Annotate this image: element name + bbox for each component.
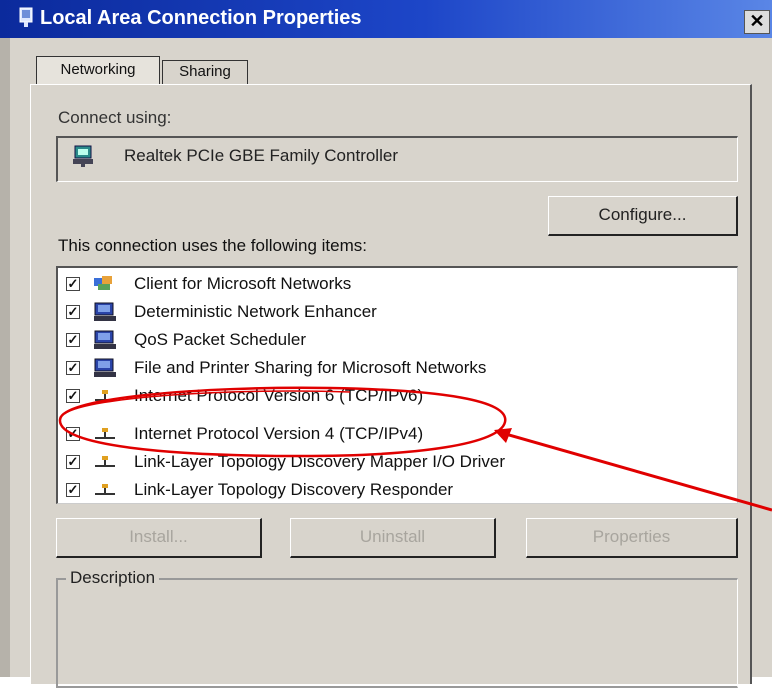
protocol-icon bbox=[95, 484, 115, 495]
checkbox[interactable]: ✓ bbox=[66, 455, 80, 469]
item-label: Deterministic Network Enhancer bbox=[134, 302, 377, 321]
checkbox[interactable]: ✓ bbox=[66, 389, 80, 403]
tab-networking[interactable]: Networking bbox=[36, 56, 160, 84]
tab-sharing[interactable]: Sharing bbox=[162, 60, 248, 84]
item-label: Internet Protocol Version 6 (TCP/IPv6) bbox=[134, 386, 424, 405]
list-item[interactable]: ✓ Internet Protocol Version 6 (TCP/IPv6) bbox=[62, 382, 732, 410]
checkbox[interactable]: ✓ bbox=[66, 305, 80, 319]
list-item[interactable]: ✓ File and Printer Sharing for Microsoft… bbox=[62, 354, 732, 382]
item-label: Link-Layer Topology Discovery Mapper I/O… bbox=[134, 452, 505, 471]
list-item[interactable]: ✓ Link-Layer Topology Discovery Mapper I… bbox=[62, 448, 732, 476]
properties-button[interactable]: Properties bbox=[526, 518, 738, 558]
protocol-icon bbox=[95, 456, 115, 467]
service-icon bbox=[94, 358, 116, 377]
item-label: Client for Microsoft Networks bbox=[134, 274, 352, 293]
configure-button[interactable]: Configure... bbox=[548, 196, 738, 236]
list-item[interactable]: ✓ Internet Protocol Version 4 (TCP/IPv4) bbox=[62, 420, 732, 448]
connect-using-label: Connect using: bbox=[58, 108, 172, 127]
checkbox[interactable]: ✓ bbox=[66, 427, 80, 441]
service-icon bbox=[94, 330, 116, 349]
checkbox[interactable]: ✓ bbox=[66, 483, 80, 497]
item-label: QoS Packet Scheduler bbox=[134, 330, 306, 349]
checkbox[interactable]: ✓ bbox=[66, 361, 80, 375]
protocol-icon bbox=[95, 428, 115, 439]
network-connection-icon bbox=[19, 7, 33, 27]
protocol-icon bbox=[95, 390, 115, 401]
network-client-icon bbox=[94, 276, 112, 290]
list-item[interactable]: ✓ QoS Packet Scheduler bbox=[62, 326, 732, 354]
description-label: Description bbox=[66, 568, 160, 588]
description-group bbox=[56, 578, 738, 688]
items-heading: This connection uses the following items… bbox=[58, 236, 367, 255]
window-title: Local Area Connection Properties bbox=[40, 7, 362, 29]
list-item[interactable]: ✓ Client for Microsoft Networks bbox=[62, 270, 732, 298]
adapter-name: Realtek PCIe GBE Family Controller bbox=[124, 146, 398, 165]
list-item[interactable]: ✓ Deterministic Network Enhancer bbox=[62, 298, 732, 326]
item-label: File and Printer Sharing for Microsoft N… bbox=[134, 358, 487, 377]
service-icon bbox=[94, 302, 116, 321]
close-button[interactable]: ✕ bbox=[744, 10, 770, 34]
list-item[interactable]: ✓ Link-Layer Topology Discovery Responde… bbox=[62, 476, 732, 504]
checkbox[interactable]: ✓ bbox=[66, 333, 80, 347]
window-border bbox=[0, 38, 10, 677]
install-button[interactable]: Install... bbox=[56, 518, 262, 558]
checkbox[interactable]: ✓ bbox=[66, 277, 80, 291]
network-adapter-icon bbox=[73, 145, 93, 167]
uninstall-button[interactable]: Uninstall bbox=[290, 518, 496, 558]
item-label: Link-Layer Topology Discovery Responder bbox=[134, 480, 454, 499]
item-label: Internet Protocol Version 4 (TCP/IPv4) bbox=[134, 424, 424, 443]
